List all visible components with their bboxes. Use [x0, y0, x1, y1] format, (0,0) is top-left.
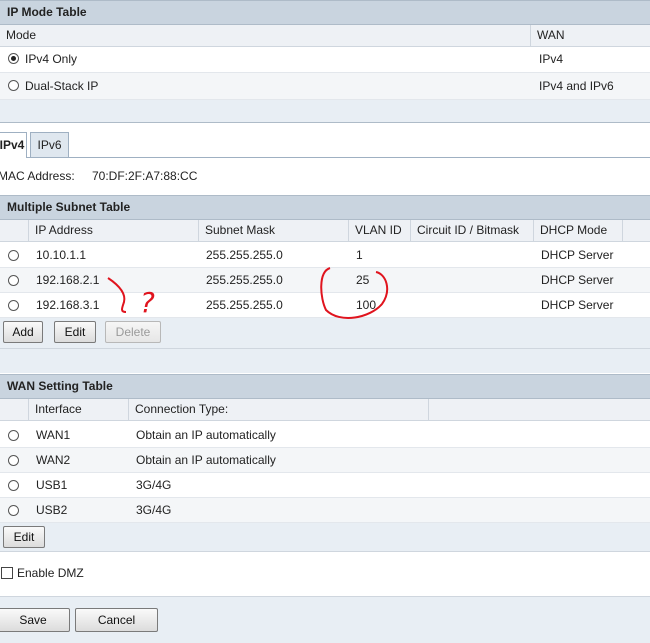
- connection-type-header: Connection Type:: [129, 399, 429, 420]
- row-select-radio[interactable]: [8, 250, 19, 261]
- select-column-header: [0, 220, 29, 241]
- tab-ipv6[interactable]: IPv6: [30, 132, 69, 157]
- mac-address-value: 70:DF:2F:A7:88:CC: [92, 169, 198, 183]
- ip-address-cell: 10.10.1.1: [36, 248, 87, 262]
- subnet-header-row: IP Address Subnet Mask VLAN ID Circuit I…: [0, 220, 650, 242]
- wan-select-radio[interactable]: [8, 455, 19, 466]
- wan-select-radio[interactable]: [8, 505, 19, 516]
- row-select-radio[interactable]: [8, 300, 19, 311]
- dhcp-mode-header: DHCP Mode: [534, 220, 623, 241]
- wan-select-radio[interactable]: [8, 480, 19, 491]
- table-row: WAN1 Obtain an IP automatically: [0, 423, 650, 448]
- table-row: USB2 3G/4G: [0, 498, 650, 523]
- interface-cell: USB2: [36, 503, 68, 517]
- table-row: USB1 3G/4G: [0, 473, 650, 498]
- circuit-id-header: Circuit ID / Bitmask: [411, 220, 534, 241]
- add-button[interactable]: Add: [3, 321, 43, 343]
- ip-mode-row-dual-stack: Dual-Stack IP IPv4 and IPv6: [0, 73, 650, 100]
- select-column-header: [0, 399, 29, 420]
- annotation-circle: [320, 267, 389, 319]
- wan-select-radio[interactable]: [8, 430, 19, 441]
- ipv4-only-wan: IPv4: [539, 52, 564, 66]
- interface-header: Interface: [29, 399, 129, 420]
- ip-mode-header-row: Mode WAN: [0, 25, 650, 47]
- ip-address-cell: 192.168.3.1: [36, 298, 100, 312]
- dual-stack-label: Dual-Stack IP: [25, 79, 99, 93]
- ip-address-header: IP Address: [29, 220, 199, 241]
- footer-bar: Save Cancel: [0, 597, 650, 643]
- ip-mode-table-title: IP Mode Table: [0, 0, 650, 25]
- vlan-id-header: VLAN ID: [349, 220, 411, 241]
- annotation-squiggle: [107, 277, 127, 313]
- connection-type-cell: 3G/4G: [136, 503, 172, 517]
- tab-baseline: [0, 157, 650, 158]
- enable-dmz-label: Enable DMZ: [17, 566, 84, 580]
- edit-button[interactable]: Edit: [54, 321, 96, 343]
- wan-column-header: WAN: [537, 28, 565, 42]
- red-annotation-marks: ?: [107, 267, 389, 319]
- subnet-table-title: Multiple Subnet Table: [0, 195, 650, 220]
- section-spacer: [0, 100, 650, 122]
- connection-type-cell: Obtain an IP automatically: [136, 428, 276, 442]
- ipv4-only-label: IPv4 Only: [25, 52, 78, 66]
- ip-mode-row-ipv4: IPv4 Only IPv4: [0, 47, 650, 73]
- section-spacer: [0, 349, 650, 373]
- divider: [0, 551, 650, 552]
- connection-type-cell: Obtain an IP automatically: [136, 453, 276, 467]
- interface-cell: WAN2: [36, 453, 71, 467]
- wan-button-bar: Edit: [0, 523, 650, 551]
- wan-table-title: WAN Setting Table: [0, 374, 650, 399]
- tab-ipv4[interactable]: IPv4: [0, 132, 27, 158]
- mode-column-header: Mode: [0, 25, 531, 46]
- table-row: WAN2 Obtain an IP automatically: [0, 448, 650, 473]
- dhcp-mode-cell: DHCP Server: [541, 273, 614, 287]
- enable-dmz-checkbox[interactable]: [1, 567, 13, 579]
- dual-stack-radio[interactable]: [8, 80, 19, 91]
- connection-type-cell: 3G/4G: [136, 478, 172, 492]
- mac-address-label: MAC Address:: [0, 169, 75, 183]
- interface-cell: USB1: [36, 478, 68, 492]
- divider: [0, 122, 650, 123]
- cancel-button[interactable]: Cancel: [75, 608, 158, 632]
- annotation-question-mark: ?: [140, 286, 155, 319]
- ip-address-cell: 192.168.2.1: [36, 273, 100, 287]
- dhcp-mode-cell: DHCP Server: [541, 248, 614, 262]
- wan-edit-button[interactable]: Edit: [3, 526, 45, 548]
- subnet-mask-header: Subnet Mask: [199, 220, 349, 241]
- ipv4-only-radio[interactable]: [8, 53, 19, 64]
- wan-header-row: Interface Connection Type:: [0, 399, 650, 421]
- save-button[interactable]: Save: [0, 608, 70, 632]
- row-select-radio[interactable]: [8, 275, 19, 286]
- dhcp-mode-cell: DHCP Server: [541, 298, 614, 312]
- dual-stack-wan: IPv4 and IPv6: [539, 79, 614, 93]
- interface-cell: WAN1: [36, 428, 71, 442]
